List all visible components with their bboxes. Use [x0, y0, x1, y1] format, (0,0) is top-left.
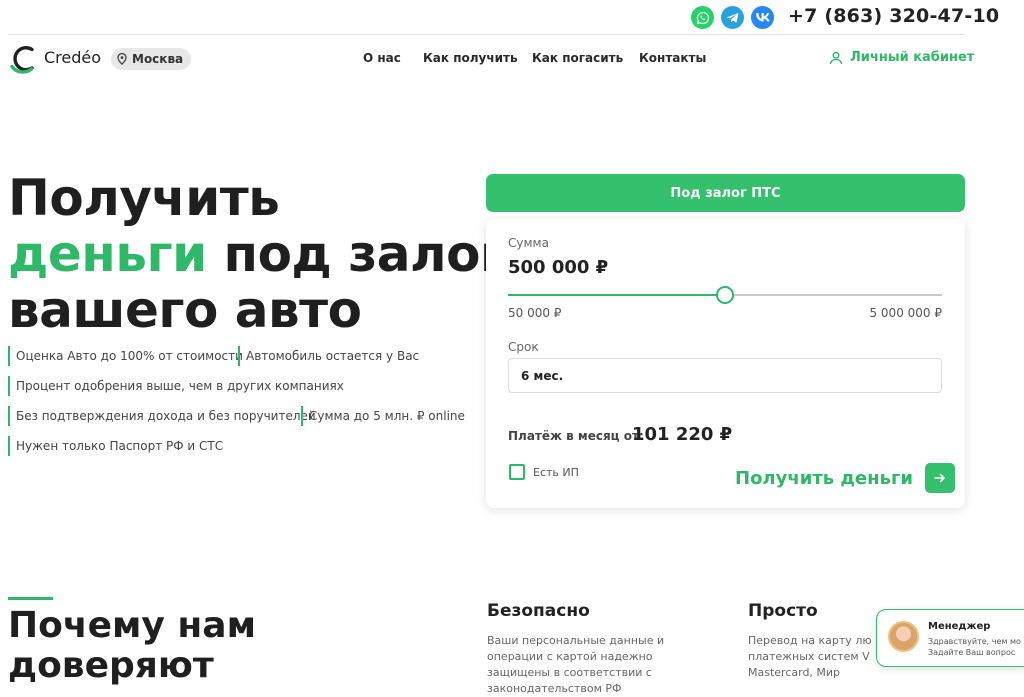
- top-contact-bar: +7 (863) 320-47-10: [0, 0, 1024, 34]
- section-accent-bar: [8, 597, 53, 600]
- feature-item: Без подтверждения дохода и без поручител…: [8, 406, 316, 426]
- benefit-text-line: законодательством РФ: [487, 682, 622, 695]
- chat-manager-name: Менеджер: [928, 621, 991, 632]
- slider-min-label: 50 000 ₽: [508, 306, 562, 320]
- slider-max-label: 5 000 000 ₽: [869, 306, 942, 320]
- benefit-text-line: защищены в соответствии с: [487, 666, 652, 679]
- benefit-title-simple: Просто: [748, 601, 818, 621]
- chat-message: Здравствуйте, чем мо Задайте Ваш вопрос: [928, 636, 1024, 658]
- why-trust-title: Почему нам доверяют: [8, 606, 256, 686]
- monthly-payment-label: Платёж в месяц от:: [508, 429, 644, 443]
- personal-account-label: Личный кабинет: [850, 50, 975, 65]
- get-money-button[interactable]: Получить деньги: [735, 463, 955, 493]
- telegram-icon[interactable]: [721, 6, 744, 29]
- city-name: Москва: [132, 52, 184, 66]
- feature-item: Нужен только Паспорт РФ и СТС: [8, 436, 223, 456]
- term-label: Срок: [508, 340, 539, 354]
- hero-title-accent: деньги: [8, 225, 207, 283]
- benefit-text-safe: Ваши персональные данные и операции с ка…: [487, 633, 664, 697]
- amount-label: Сумма: [508, 236, 549, 250]
- location-pin-icon: [117, 53, 127, 65]
- logo-text: Credéo: [44, 48, 102, 67]
- feature-item: Сумма до 5 млн. ₽ online: [301, 406, 465, 426]
- term-value: 6 мес.: [521, 368, 564, 383]
- benefit-text-line: Перевод на карту лю: [748, 634, 872, 647]
- benefit-text-line: Ваши персональные данные и: [487, 634, 665, 647]
- ip-checkbox[interactable]: [509, 464, 525, 480]
- messenger-links: [691, 6, 774, 29]
- benefit-text-line: Mastercard, Мир: [748, 666, 841, 679]
- benefit-title-safe: Безопасно: [487, 601, 590, 621]
- amount-slider-fill: [508, 294, 725, 296]
- chat-message-line: Здравствуйте, чем мо: [928, 637, 1021, 646]
- feature-item: Процент одобрения выше, чем в других ком…: [8, 376, 344, 396]
- brand-logo[interactable]: Credéo: [8, 42, 108, 76]
- city-selector[interactable]: Москва: [111, 48, 192, 70]
- nav-how-to-repay[interactable]: Как погасить: [532, 51, 623, 65]
- why-trust-title-line2: доверяют: [8, 645, 214, 686]
- manager-avatar: [888, 621, 919, 652]
- personal-account-link[interactable]: Личный кабинет: [829, 50, 974, 65]
- nav-contacts[interactable]: Контакты: [639, 51, 706, 65]
- chat-widget[interactable]: Менеджер Здравствуйте, чем мо Задайте Ва…: [876, 609, 1024, 667]
- ip-checkbox-label: Есть ИП: [533, 466, 579, 479]
- feature-item: Оценка Авто до 100% от стоимости: [8, 346, 243, 366]
- header-divider: [8, 34, 965, 35]
- hero-title: Получить деньги под залог вашего авто: [8, 170, 506, 338]
- monthly-payment-value: 101 220 ₽: [632, 424, 733, 445]
- benefit-text-simple: Перевод на карту лю платежных систем V M…: [748, 633, 876, 681]
- user-icon: [829, 51, 843, 64]
- feature-item: Автомобиль остается у Вас: [238, 346, 419, 366]
- arrow-right-icon: [924, 463, 955, 493]
- loan-calculator: Сумма 500 000 ₽ 50 000 ₽ 5 000 000 ₽ Сро…: [486, 219, 965, 508]
- phone-number[interactable]: +7 (863) 320-47-10: [788, 5, 999, 27]
- nav-about[interactable]: О нас: [363, 51, 401, 65]
- vk-icon[interactable]: [751, 6, 774, 29]
- hero-title-line3: вашего авто: [8, 281, 362, 339]
- tab-pts-loan[interactable]: Под залог ПТС: [486, 174, 965, 212]
- chat-message-line: Задайте Ваш вопрос: [928, 648, 1016, 657]
- logo-mark-icon: [10, 46, 34, 74]
- amount-slider-thumb[interactable]: [716, 286, 734, 304]
- benefit-text-line: операции с картой надежно: [487, 650, 653, 663]
- get-money-label: Получить деньги: [735, 467, 913, 489]
- hero-title-line1: Получить: [8, 169, 280, 227]
- amount-slider[interactable]: [508, 286, 942, 304]
- amount-value: 500 000 ₽: [508, 257, 609, 278]
- benefit-text-line: платежных систем V: [748, 650, 870, 663]
- term-select[interactable]: 6 мес.: [508, 358, 942, 393]
- whatsapp-icon[interactable]: [691, 6, 714, 29]
- hero-title-line2: под залог: [206, 225, 507, 283]
- why-trust-title-line1: Почему нам: [8, 605, 257, 646]
- nav-how-to-get[interactable]: Как получить: [423, 51, 518, 65]
